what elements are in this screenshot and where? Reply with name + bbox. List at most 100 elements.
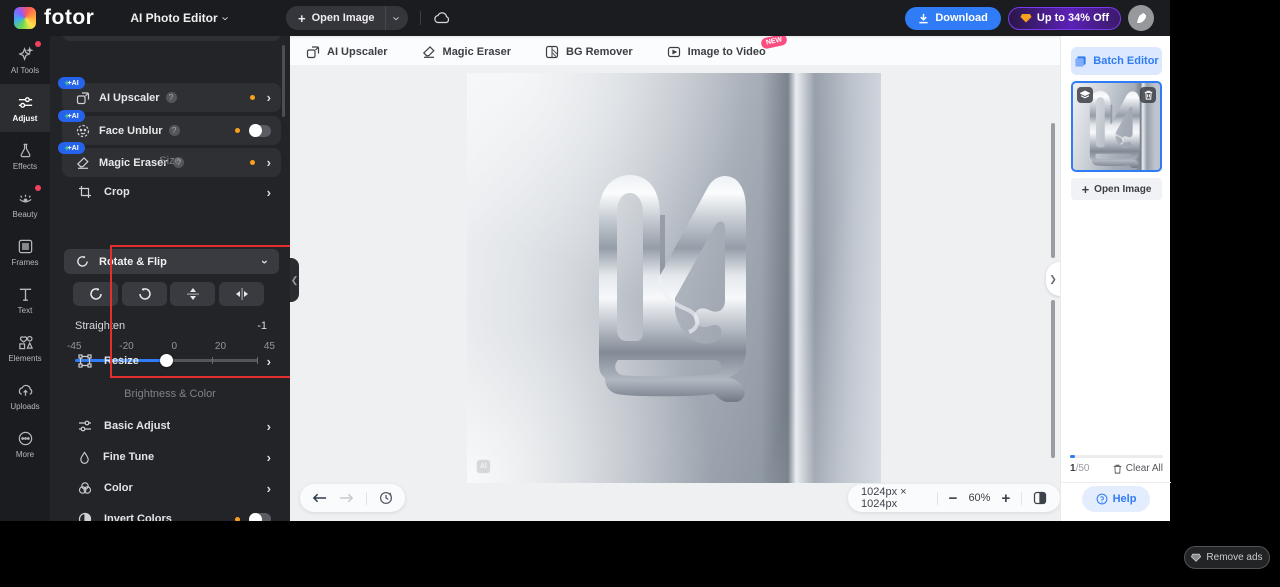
panel-scrollbar[interactable] (282, 45, 285, 117)
chevron-right-icon: › (266, 480, 271, 496)
clear-all-button[interactable]: Clear All (1113, 463, 1163, 474)
app-menu-dropdown[interactable]: AI Photo Editor › (130, 11, 233, 26)
face-unblur-row[interactable]: Face Unblur ? (62, 116, 281, 145)
premium-dot (235, 128, 240, 133)
compare-view-button[interactable] (1033, 491, 1047, 505)
layers-badge-icon[interactable] (1077, 87, 1093, 103)
sidebar-label: Frames (11, 257, 39, 267)
sidebar-item-more[interactable]: More (0, 420, 50, 468)
row-label: Crop (104, 186, 130, 198)
flip-vertical-button[interactable] (170, 282, 215, 306)
divider (419, 11, 421, 25)
image-thumbnail[interactable] (1071, 81, 1162, 172)
rotate-cw-button[interactable] (73, 282, 118, 306)
premium-dot (235, 516, 240, 521)
sidebar-item-effects[interactable]: Effects (0, 132, 50, 180)
chevron-right-icon: › (266, 449, 271, 465)
toolbar-bg-remover[interactable]: BG Remover (545, 45, 633, 59)
adjust-panel: + +AI AI Upscaler ? › + +AI Face Unblur ? … (50, 36, 290, 521)
sidebar-label: Text (17, 305, 33, 315)
toggle-knob (249, 124, 262, 137)
toolbar-ai-upscaler[interactable]: AI Upscaler (306, 45, 388, 59)
sidebar-item-text[interactable]: Text (0, 276, 50, 324)
bird-icon (1137, 12, 1146, 23)
toolbar-image-to-video[interactable]: Image to Video NEW (667, 32, 789, 59)
resize-icon (78, 354, 92, 368)
open-image-dropdown-arrow[interactable]: › (386, 6, 408, 30)
canvas-scrollbar[interactable] (1051, 123, 1055, 258)
upgrade-promo-button[interactable]: Up to 34% Off (1007, 6, 1121, 30)
sidebar-item-uploads[interactable]: Uploads (0, 372, 50, 420)
chevron-down-icon: › (258, 259, 272, 264)
size-section-header: Size (159, 155, 181, 167)
sidebar-item-ai-tools[interactable]: AI Tools (0, 36, 50, 84)
zoom-level: 60% (968, 492, 991, 504)
delete-image-icon[interactable] (1140, 87, 1156, 103)
help-button[interactable]: Help (1082, 486, 1150, 512)
brand-wordmark[interactable]: fotor (44, 6, 94, 30)
canvas-scrollbar[interactable] (1051, 300, 1055, 458)
redo-button[interactable] (339, 492, 354, 504)
ai-badge: + +AI (58, 77, 85, 89)
cloud-sync-icon[interactable] (433, 11, 451, 25)
help-label: Help (1112, 493, 1137, 505)
rotate-flip-header[interactable]: Rotate & Flip › (64, 249, 279, 274)
sidebar-item-beauty[interactable]: Beauty (0, 180, 50, 228)
download-button[interactable]: Download (905, 6, 1001, 30)
upscale-icon (306, 45, 320, 58)
top-navbar: fotor AI Photo Editor › + Open Image › D… (0, 0, 1170, 36)
zoom-in-button[interactable]: + (1001, 491, 1010, 506)
resize-row[interactable]: Resize › (62, 348, 281, 374)
plus-icon: + (298, 10, 306, 26)
premium-dot (249, 95, 255, 100)
batch-editor-button[interactable]: Batch Editor (1071, 47, 1162, 75)
row-label: AI Upscaler (99, 91, 160, 104)
beauty-eye-icon (18, 194, 32, 202)
history-controls (300, 484, 405, 512)
face-unblur-toggle[interactable] (249, 124, 271, 137)
plus-icon: + (1081, 181, 1090, 197)
sidebar-label: AI Tools (10, 65, 40, 75)
fine-tune-row[interactable]: Fine Tune › (62, 444, 281, 470)
rotate-ccw-button[interactable] (122, 282, 167, 306)
straighten-value: -1 (257, 320, 267, 332)
help-icon[interactable]: ? (168, 125, 180, 136)
video-icon (667, 46, 680, 57)
right-panel-expand-handle[interactable]: ❯ (1046, 262, 1060, 296)
remove-ads-button[interactable]: Remove ads (1184, 546, 1270, 569)
more-icon (18, 431, 32, 445)
zoom-out-button[interactable]: − (949, 491, 958, 506)
toolbar-magic-eraser[interactable]: Magic Eraser (422, 45, 511, 59)
uploads-cloud-icon (18, 384, 32, 396)
history-button[interactable] (379, 491, 393, 505)
user-avatar[interactable] (1128, 5, 1154, 31)
invert-colors-row[interactable]: Invert Colors (62, 506, 281, 521)
notification-dot (35, 185, 41, 191)
canvas-image[interactable]: AI (467, 73, 881, 483)
basic-adjust-row[interactable]: Basic Adjust › (62, 413, 281, 439)
help-icon[interactable]: ? (165, 92, 177, 103)
color-row[interactable]: Color › (62, 475, 281, 501)
sidebar-label: Uploads (10, 401, 40, 411)
open-image-secondary-button[interactable]: + Open Image (1071, 178, 1162, 200)
straighten-row: Straighten -1 (75, 320, 267, 332)
divider (366, 491, 367, 505)
flip-horizontal-button[interactable] (219, 282, 264, 306)
sidebar-item-frames[interactable]: Frames (0, 228, 50, 276)
fotor-logo-icon[interactable] (14, 7, 36, 29)
layers-icon (1075, 55, 1086, 67)
invert-colors-toggle[interactable] (249, 512, 271, 521)
left-sidebar: AI Tools Adjust Effects Beauty Frames Te… (0, 36, 50, 521)
undo-button[interactable] (312, 492, 327, 504)
straighten-label: Straighten (75, 320, 126, 332)
crop-icon (78, 185, 92, 199)
sliders-icon (78, 419, 92, 433)
ai-upscaler-row[interactable]: AI Upscaler ? › (62, 83, 281, 112)
sidebar-item-elements[interactable]: Elements (0, 324, 50, 372)
ai-tools-icon (17, 45, 34, 61)
panel-collapse-handle[interactable]: ❮ (290, 258, 299, 302)
open-image-button[interactable]: + Open Image › (286, 6, 408, 30)
chevron-right-icon: › (266, 184, 271, 200)
crop-row[interactable]: Crop › (62, 179, 281, 205)
sidebar-item-adjust[interactable]: Adjust (0, 84, 50, 132)
